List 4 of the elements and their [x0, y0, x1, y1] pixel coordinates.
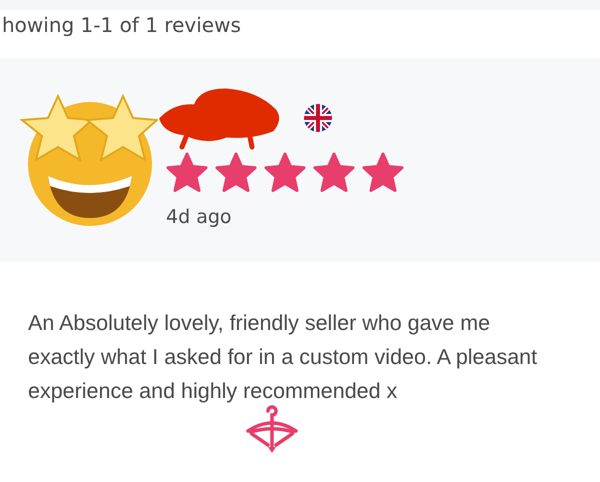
review-time: 4d ago	[166, 206, 233, 228]
review-count: howing 1-1 of 1 reviews	[2, 13, 242, 39]
review-text: An Absolutely lovely, friendly seller who gave me exactly what I asked for in a custom video. A pleasant experience and highly recommended x	[28, 310, 538, 405]
uk-flag-icon	[304, 104, 332, 132]
